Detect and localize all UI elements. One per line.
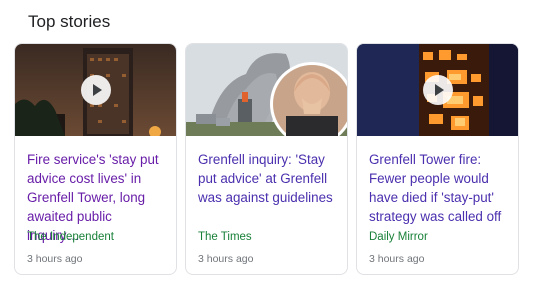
play-icon[interactable] (80, 75, 111, 105)
play-icon[interactable] (422, 75, 453, 105)
top-stories-carousel: Fire service's 'stay put advice cost liv… (14, 43, 519, 275)
story-headline[interactable]: Grenfell inquiry: 'Stay put advice' at G… (198, 150, 337, 207)
story-thumbnail[interactable] (186, 44, 347, 136)
story-source: The Independent (27, 231, 114, 243)
story-time: 3 hours ago (198, 253, 254, 265)
story-card[interactable]: Fire service's 'stay put advice cost liv… (14, 43, 177, 275)
story-headline[interactable]: Grenfell Tower fire: Fewer people would … (369, 150, 508, 226)
story-time: 3 hours ago (27, 253, 83, 265)
story-card[interactable]: Grenfell Tower fire: Fewer people would … (356, 43, 519, 275)
story-thumbnail[interactable] (15, 44, 176, 136)
section-title: Top stories (28, 12, 111, 31)
story-source: The Times (198, 231, 252, 243)
story-time: 3 hours ago (369, 253, 425, 265)
story-card[interactable]: Grenfell inquiry: 'Stay put advice' at G… (185, 43, 348, 275)
story-thumbnail[interactable] (357, 44, 518, 136)
story-source: Daily Mirror (369, 231, 428, 243)
